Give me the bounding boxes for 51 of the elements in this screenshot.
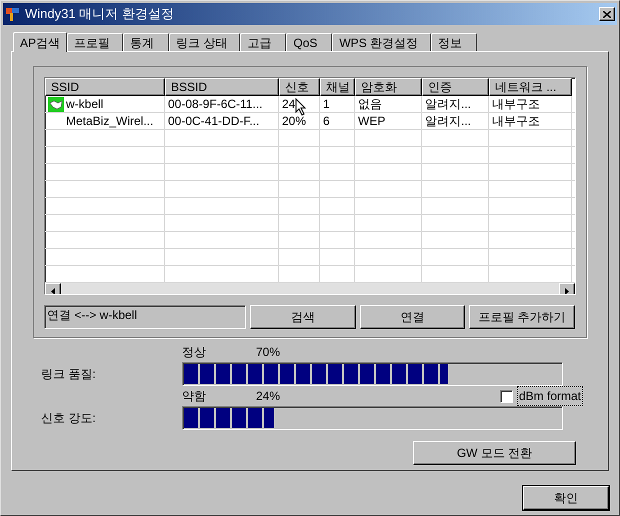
- column-header[interactable]: 신호: [279, 78, 320, 96]
- ok-button[interactable]: 확인: [523, 486, 609, 510]
- table-cell-text: 20%: [282, 113, 306, 130]
- add-profile-button[interactable]: 프로필 추가하기: [469, 305, 575, 329]
- table-cell-text: 00-08-9F-6C-11...: [168, 96, 262, 113]
- table-cell-text: 00-0C-41-DD-F...: [168, 113, 260, 130]
- table-cell-text: 1: [323, 96, 330, 113]
- table-cell-text: w-kbell: [66, 96, 104, 113]
- table-cell-text: 없음: [358, 96, 382, 113]
- table-cell-text: 내부구조: [492, 113, 540, 130]
- gw-mode-button[interactable]: GW 모드 전환: [413, 441, 576, 465]
- window-title: Windy31 매니저 환경설정: [25, 5, 174, 24]
- table-cell-text: 알려지...: [425, 96, 472, 113]
- tab[interactable]: AP검색: [13, 32, 68, 52]
- list-row[interactable]: w-kbell 00-08-9F-6C-11... 24 1 없음 알려지... 내부구조: [45, 96, 575, 113]
- meter-status: 정상: [182, 344, 207, 361]
- mouse-cursor-icon: [295, 98, 307, 116]
- column-header[interactable]: 인증: [422, 78, 489, 96]
- column-header[interactable]: 채널: [320, 78, 355, 96]
- checkbox[interactable]: [500, 390, 513, 402]
- meter-status: 약함: [182, 388, 207, 405]
- column-header[interactable]: 네트워크 ...: [489, 78, 572, 96]
- status-field: 연결 <--> w-kbell: [44, 305, 246, 329]
- close-icon: [603, 10, 611, 18]
- table-cell-text: MetaBiz_Wirel...: [66, 113, 154, 130]
- tab[interactable]: 정보: [431, 33, 478, 51]
- tab[interactable]: QoS: [286, 33, 332, 51]
- tab[interactable]: 고급: [240, 33, 286, 51]
- table-cell-text: 6: [323, 113, 330, 130]
- tab[interactable]: 링크 상태: [169, 33, 240, 51]
- app-icon: [5, 6, 21, 22]
- table-cell-text: 24: [282, 96, 296, 113]
- column-header[interactable]: 암호화: [355, 78, 422, 96]
- meter-label: 신호 강도:: [40, 410, 97, 427]
- tab[interactable]: 통계: [123, 33, 170, 51]
- table-cell-text: WEP: [358, 113, 386, 130]
- left-arrow-icon: [51, 288, 55, 294]
- search-button[interactable]: 검색: [250, 305, 356, 329]
- close-button[interactable]: [599, 7, 615, 21]
- meter-label: 링크 품질:: [40, 366, 97, 383]
- list-row[interactable]: MetaBiz_Wirel... 00-0C-41-DD-F... 20% 6 WEP 알려지... 내부구조: [45, 113, 575, 130]
- meter-reading: 24%: [256, 388, 280, 405]
- tab[interactable]: WPS 환경설정: [332, 33, 432, 51]
- right-arrow-icon: [565, 288, 569, 294]
- tab[interactable]: 프로필: [67, 33, 124, 51]
- column-header[interactable]: SSID: [45, 78, 165, 96]
- table-cell-text: 내부구조: [492, 96, 540, 113]
- table-cell-text: 알려지...: [425, 113, 472, 130]
- meter-reading: 70%: [256, 344, 280, 361]
- column-header[interactable]: BSSID: [165, 78, 279, 96]
- connect-button[interactable]: 연결: [360, 305, 465, 329]
